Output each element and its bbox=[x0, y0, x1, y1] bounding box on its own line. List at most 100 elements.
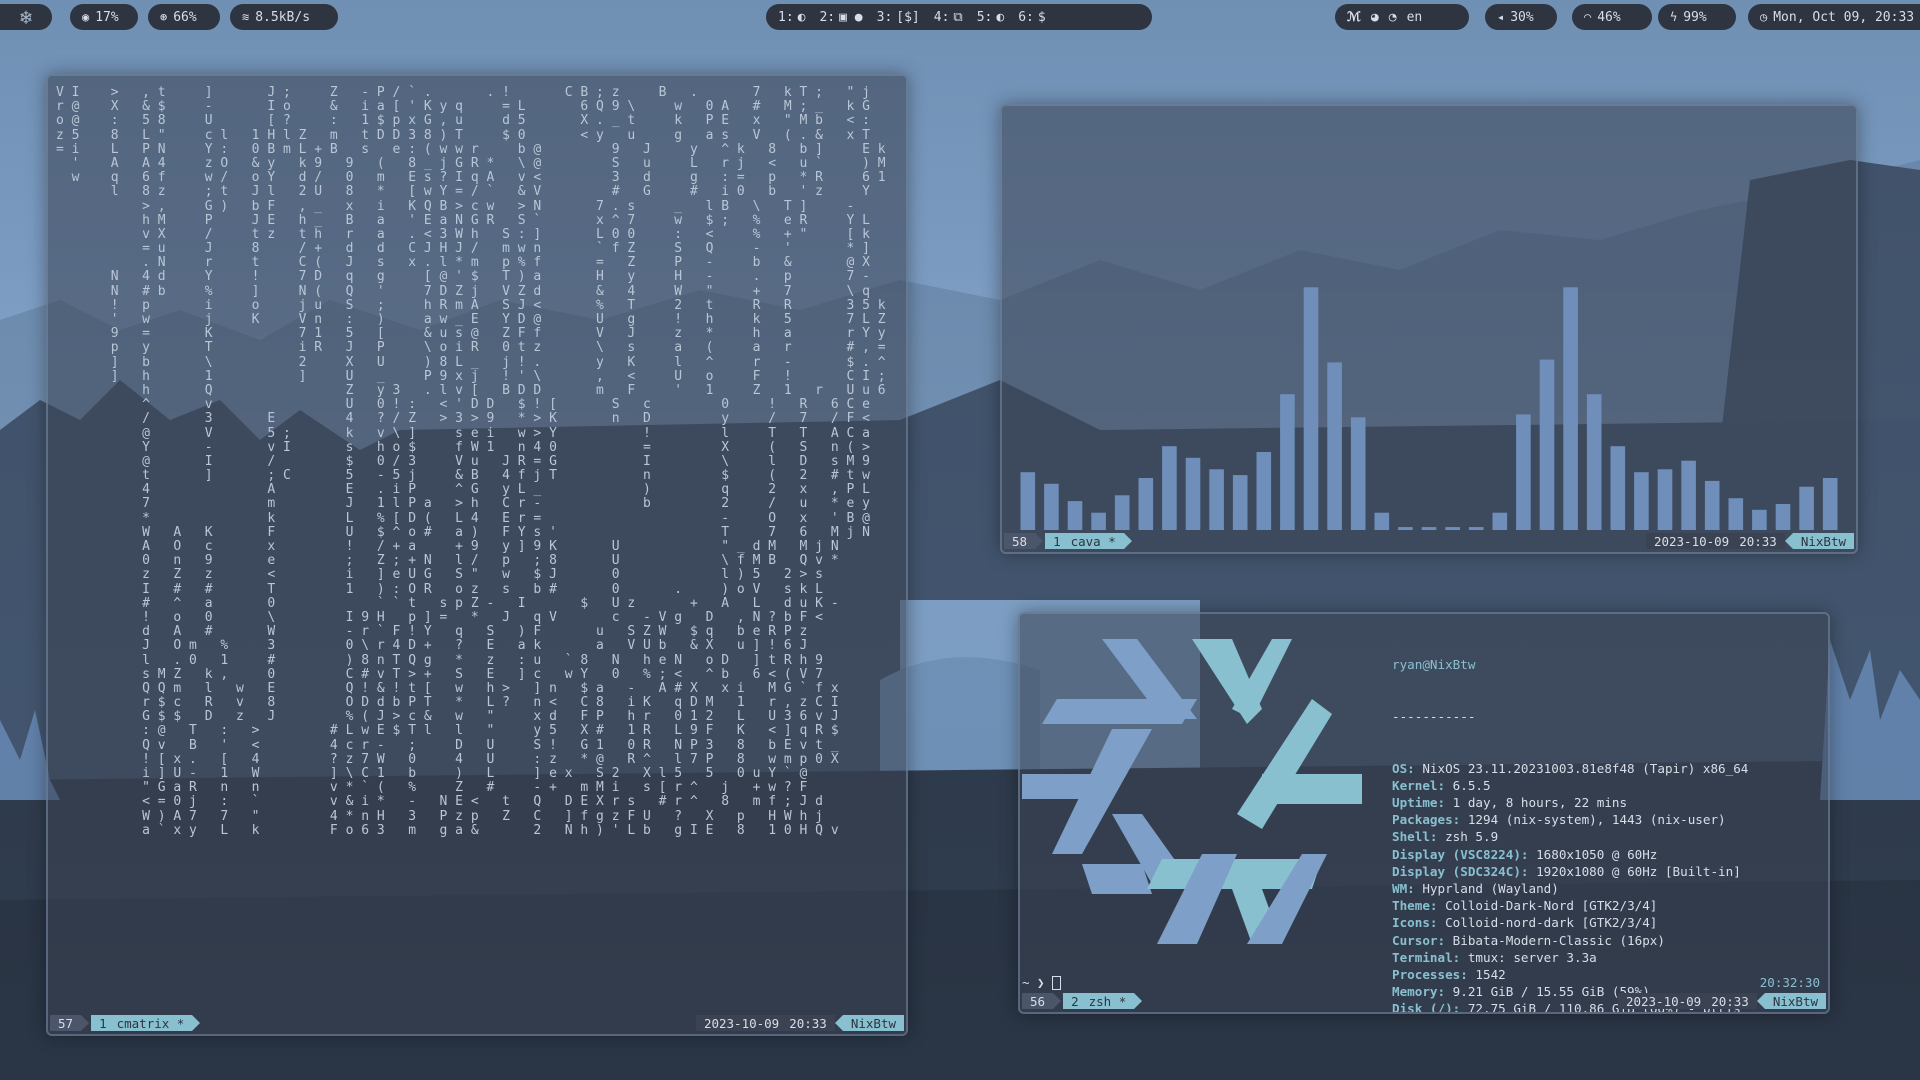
window-tab-cava[interactable]: cava * bbox=[1068, 533, 1124, 549]
steam-icon[interactable]: ◔ bbox=[1389, 10, 1397, 25]
cava-bar bbox=[1516, 414, 1531, 530]
nixos-logo-button[interactable]: ❄ bbox=[0, 4, 52, 30]
cava-bar bbox=[1563, 287, 1578, 530]
info-value: Hyprland (Wayland) bbox=[1422, 881, 1559, 897]
system-info: ryan@NixBtw ----------- OS: NixOS 23.11.… bbox=[1392, 622, 1748, 1012]
workspaces: 1: ◐ 2: ▣ ● 3: [$] 4: ⧉ 5: ◐ 6: $ bbox=[766, 4, 1152, 30]
matrix-line: ! o 0 \ I 9 H p ] = * J q V c - V g D , … bbox=[56, 609, 824, 625]
window-tab-zsh[interactable]: zsh * bbox=[1086, 993, 1135, 1009]
info-value: Bibata-Modern-Classic (16px) bbox=[1452, 932, 1665, 948]
workspace-app-icon: ◐ bbox=[996, 9, 1005, 25]
workspace-5[interactable]: 5: ◐ bbox=[977, 10, 1004, 25]
info-key: Processes bbox=[1392, 967, 1461, 983]
cava-bar bbox=[1704, 480, 1720, 530]
prompt-symbol: ~ ❯ bbox=[1022, 974, 1045, 990]
matrix-line: = i L P N Y : 0 B m L + B s e : ( w w r … bbox=[56, 141, 886, 157]
info-value: tmux: server 3.3a bbox=[1467, 949, 1597, 965]
info-row: Processes: 1542 bbox=[1392, 967, 1506, 983]
workspace-2[interactable]: 2: ▣ ● bbox=[819, 10, 862, 25]
terminal-window-fetch[interactable]: ryan@NixBtw ----------- OS: NixOS 23.11.… bbox=[1018, 612, 1830, 1014]
matrix-line: s M Z k , 0 C # v T > + S E ] c w Y 0 % … bbox=[56, 666, 824, 682]
matrix-line: l 8 z ; t J l 2 U 8 * [ w Y = / ` & V # … bbox=[56, 184, 870, 200]
info-key: Display (VSC8224) bbox=[1392, 846, 1521, 862]
terminal-window-cava[interactable]: 58 1 cava * 2023-10-09 20:33 NixBtw bbox=[1000, 104, 1858, 554]
window-index[interactable]: 2 bbox=[1063, 993, 1087, 1009]
nixos-logo-icon: ❄ bbox=[19, 5, 33, 29]
nixos-logo-art bbox=[1022, 639, 1362, 944]
memory-indicator[interactable]: ⊛ 66% bbox=[148, 4, 220, 30]
keyboard-layout[interactable]: en bbox=[1407, 10, 1423, 25]
info-key: Terminal bbox=[1392, 949, 1453, 965]
info-row: Cursor: Bibata-Modern-Classic (16px) bbox=[1392, 932, 1665, 948]
matrix-line: h M P J E h _ B a ' E a N G R S ` x ^ 7 … bbox=[56, 212, 870, 228]
cava-bar bbox=[1232, 475, 1248, 530]
cava-bar bbox=[1138, 478, 1154, 530]
workspace-3[interactable]: 3: [$] bbox=[877, 10, 920, 25]
matrix-line: t ] ; C 5 - 5 j & B 4 f j T n $ ( 2 # t … bbox=[56, 468, 870, 484]
info-key: Cursor bbox=[1392, 932, 1438, 948]
matrix-line: a ` x y L k F o 6 3 m g a & 2 N h ) ' L … bbox=[56, 822, 839, 838]
wifi-icon: ◠ bbox=[1584, 10, 1592, 24]
volume-indicator[interactable]: ◂ 30% bbox=[1485, 4, 1557, 30]
matrix-line: ' A A 4 z O & y k 9 9 ( 8 _ j G R * \ @ … bbox=[56, 155, 886, 171]
status-date: 2023-10-09 bbox=[1617, 993, 1710, 1009]
workspace-app-icon: [$] bbox=[896, 9, 920, 25]
info-row: Packages: 1294 (nix-system), 1443 (nix-u… bbox=[1392, 812, 1726, 828]
info-key: Kernel bbox=[1392, 777, 1438, 793]
info-row: Terminal: tmux: server 3.3a bbox=[1392, 949, 1597, 965]
cava-bar bbox=[1067, 501, 1083, 530]
matrix-line: v X / t z t h r a . < 3 W h S : ] L 0 0 … bbox=[56, 226, 870, 242]
battery-charging-icon: ϟ bbox=[1670, 10, 1678, 24]
cava-bar bbox=[1610, 446, 1626, 530]
info-row: Display (VSC8224): 1680x1050 @ 60Hz bbox=[1392, 846, 1658, 862]
status-host: NixBtw bbox=[842, 1015, 904, 1031]
window-tab-cmatrix[interactable]: cmatrix * bbox=[114, 1015, 193, 1031]
cava-bar bbox=[1775, 504, 1791, 530]
info-key: Theme bbox=[1392, 898, 1430, 914]
window-index[interactable]: 1 bbox=[1045, 533, 1069, 549]
cava-bar bbox=[1586, 394, 1602, 530]
matrix-line: > , G ) b F , _ x i K Q B > c w > N 7 . … bbox=[56, 198, 855, 214]
cava-bar bbox=[1209, 469, 1224, 530]
cpu-value: 17% bbox=[95, 9, 119, 25]
network-indicator[interactable]: ≋ 8.5kB/s bbox=[230, 4, 338, 30]
matrix-line: 9 = K 7 1 5 [ & u s @ Z F f V J z * h a … bbox=[56, 326, 886, 342]
matrix-line: z Z z < i ] e U G S " w $ J 0 l ) 5 2 > … bbox=[56, 567, 824, 583]
matrix-line: N 4 d Y ! 7 D q g [ @ ' $ T ) a H y H - … bbox=[56, 269, 870, 285]
window-index[interactable]: 1 bbox=[91, 1015, 115, 1031]
wifi-indicator[interactable]: ◠ 46% bbox=[1572, 4, 1652, 30]
shell-prompt[interactable]: ~ ❯ bbox=[1022, 974, 1062, 990]
matrix-line: . N r t C ( J s x . l * m p % f = Z P - … bbox=[56, 255, 870, 271]
workspace-app-icon: $ bbox=[1037, 9, 1046, 25]
matrix-line: ^ v U 0 ! : < ' D D $ ! [ S c 0 ! R 6 C … bbox=[56, 397, 870, 413]
workspace-1[interactable]: 1: ◐ bbox=[778, 10, 805, 25]
workspace-app-icon: ⧉ bbox=[953, 9, 963, 25]
matrix-line: ! p i o j u S ; h R m A S J < % T 2 t R … bbox=[56, 297, 886, 313]
terminal-window-cmatrix[interactable]: V I > , t ] J ; Z - P / ` . . ! C B ; z … bbox=[46, 74, 908, 1036]
cava-bar bbox=[1421, 527, 1437, 530]
tray-app-icon[interactable]: ℳ bbox=[1347, 10, 1361, 25]
cava-bar bbox=[1445, 527, 1460, 530]
discord-icon[interactable]: ◕ bbox=[1371, 10, 1379, 25]
cava-bar bbox=[1799, 486, 1814, 530]
cava-bar bbox=[1539, 359, 1555, 530]
status-time: 20:33 bbox=[1737, 533, 1785, 549]
user-host: ryan@NixBtw bbox=[1392, 657, 1476, 673]
matrix-line: G $ $ D z J % ( J > c & w " x d F P h r … bbox=[56, 709, 839, 725]
tmux-status-bar: 56 2 zsh * 2023-10-09 20:33 NixBtw bbox=[1022, 992, 1826, 1010]
matrix-line: o @ : 5 8 U [ ? : 1 $ p x G , u d 5 X . … bbox=[56, 113, 870, 129]
workspace-4[interactable]: 4: ⧉ bbox=[934, 10, 963, 25]
info-row: Kernel: 6.5.5 bbox=[1392, 777, 1491, 793]
info-value: Colloid-nord-dark [GTK2/3/4] bbox=[1445, 915, 1658, 931]
cpu-indicator[interactable]: ◉ 17% bbox=[70, 4, 138, 30]
workspace-6[interactable]: 6: $ bbox=[1018, 10, 1045, 25]
battery-indicator[interactable]: ϟ 99% bbox=[1658, 4, 1736, 30]
info-row: Shell: zsh 5.9 bbox=[1392, 829, 1499, 845]
volume-value: 30% bbox=[1510, 9, 1534, 25]
cava-bar bbox=[1657, 469, 1673, 530]
matrix-line: d A # W - r ` F ! Y q S ) F u S Z W $ q … bbox=[56, 624, 808, 640]
info-key: Shell bbox=[1392, 829, 1430, 845]
clock-indicator[interactable]: ◷ Mon, Oct 09, 20:33 bbox=[1748, 4, 1920, 30]
cava-bar bbox=[1374, 512, 1390, 530]
session-number: 57 bbox=[50, 1015, 82, 1031]
